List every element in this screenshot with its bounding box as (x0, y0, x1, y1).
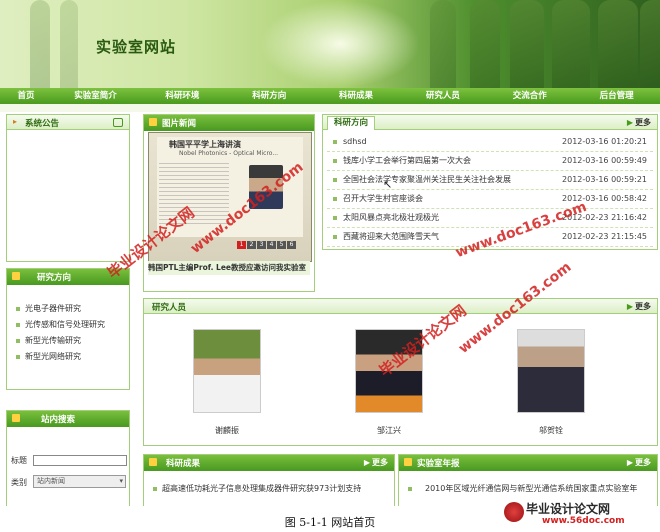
title-label: 标题 (11, 456, 27, 465)
pager-5[interactable]: 5 (277, 241, 286, 249)
announcement-panel: ▸ 系统公告 (6, 114, 130, 262)
achievements-more-link[interactable]: ▶ 更多 (364, 457, 388, 468)
pager-4[interactable]: 4 (267, 241, 276, 249)
nav-admin[interactable]: 后台管理 (573, 88, 660, 104)
brand-icon (504, 502, 524, 522)
site-title: 实验室网站 (96, 38, 177, 56)
list-item[interactable]: sdhsd 2012-03-16 01:20:21 (327, 133, 653, 152)
announcement-title: 系统公告 (25, 119, 60, 129)
pager-6[interactable]: 6 (287, 241, 296, 249)
list-item[interactable]: 2010年区域光纤通信网与新型光通信系统国家重点实验室年 (399, 481, 657, 497)
pager-2[interactable]: 2 (247, 241, 256, 249)
directions-panel: 研究方向 光电子器件研究 光传感和信号处理研究 新型光传输研究 新型光网络研究 (6, 268, 130, 390)
photo-news-title: 图片新闻 (162, 119, 197, 129)
news-photo[interactable]: 韩国平平学上海讲演 Nobel Photonics - Optical Micr… (148, 132, 312, 262)
achievements-title: 科研成果 (166, 459, 201, 469)
research-news-panel: 科研方向 ▶ 更多 sdhsd 2012-03-16 01:20:21 钱库小学工会… (322, 114, 658, 250)
annual-title: 实验室年报 (417, 459, 460, 469)
avatar (193, 329, 261, 413)
news-list: sdhsd 2012-03-16 01:20:21 钱库小学工会举行第四届第一次大… (323, 130, 657, 247)
researcher-card[interactable]: 邬贺铨 (516, 329, 586, 436)
folder-icon (12, 272, 20, 280)
tab-research-directions[interactable]: 科研方向 (327, 116, 376, 130)
photo-news-panel: 图片新闻 韩国平平学上海讲演 Nobel Photonics - Optical… (143, 114, 315, 292)
nav-exchange[interactable]: 交流合作 (486, 88, 573, 104)
pager-3[interactable]: 3 (257, 241, 266, 249)
achievements-panel: 科研成果 ▶ 更多 超高速低功耗光子信息处理集成器件研究获973计划支持 (143, 454, 395, 506)
search-icon (12, 414, 20, 422)
list-item[interactable]: 召开大学生村官座谈会 2012-03-16 00:58:42 (327, 190, 653, 209)
mouse-cursor-icon: ↖ (383, 178, 393, 191)
avatar (517, 329, 585, 413)
list-item[interactable]: 超高速低功耗光子信息处理集成器件研究获973计划支持 (144, 481, 394, 497)
search-panel: 站内搜索 标题 类别 站内新闻 ▾ (6, 410, 130, 506)
directions-title: 研究方向 (37, 273, 72, 283)
search-title-input[interactable] (33, 455, 127, 466)
site-banner: 实验室网站 (0, 0, 660, 88)
folder-icon (149, 118, 157, 126)
photo-pager: 1 2 3 4 5 6 (237, 241, 296, 249)
photo-caption[interactable]: 韩国PTL主编Prof. Lee教授应邀访问我实验室 (148, 261, 310, 275)
arrow-icon: ▸ (13, 117, 18, 126)
research-more-link[interactable]: ▶ 更多 (627, 117, 651, 128)
list-item[interactable]: 全国社会法学专家聚温州关注民生关注社会发展 2012-03-16 00:59:21 (327, 171, 653, 190)
brand-name: 毕业设计论文网 (526, 502, 611, 516)
website-screenshot: 实验室网站 首页 实验室简介 科研环境 科研方向 科研成果 研究人员 交流合作 … (0, 0, 660, 506)
nav-directions[interactable]: 科研方向 (226, 88, 313, 104)
pager-1[interactable]: 1 (237, 241, 246, 249)
folder-icon (149, 458, 157, 466)
brand-url: www.56doc.com (542, 516, 625, 526)
annual-more-link[interactable]: ▶ 更多 (627, 457, 651, 468)
nav-achievements[interactable]: 科研成果 (313, 88, 400, 104)
window-icon (113, 118, 123, 127)
researchers-title: 研究人员 (152, 303, 187, 313)
photo-paper-subtitle: Nobel Photonics - Optical Micro... (179, 150, 279, 157)
people-more-link[interactable]: ▶ 更多 (627, 301, 651, 312)
photo-paper-headline: 韩国平平学上海讲演 (169, 140, 241, 149)
brand-logo: 毕业设计论文网 www.56doc.com (502, 500, 658, 530)
nav-environment[interactable]: 科研环境 (139, 88, 226, 104)
folder-icon (404, 458, 412, 466)
annual-report-panel: 实验室年报 ▶ 更多 2010年区域光纤通信网与新型光通信系统国家重点实验室年 (398, 454, 658, 506)
nav-home[interactable]: 首页 (0, 88, 52, 104)
main-nav: 首页 实验室简介 科研环境 科研方向 科研成果 研究人员 交流合作 后台管理 (0, 88, 660, 104)
type-label: 类别 (11, 478, 27, 487)
list-item[interactable]: 光传感和信号处理研究 (7, 317, 129, 333)
researcher-card[interactable]: 谢麟振 (192, 329, 262, 436)
list-item[interactable]: 新型光网络研究 (7, 349, 129, 365)
search-title: 站内搜索 (41, 415, 76, 425)
researchers-panel: 研究人员 ▶ 更多 谢麟振 邹江兴 邬贺铨 (143, 298, 658, 446)
type-select[interactable]: 站内新闻 ▾ (33, 475, 126, 488)
list-item[interactable]: 钱库小学工会举行第四届第一次大会 2012-03-16 00:59:49 (327, 152, 653, 171)
nav-about[interactable]: 实验室简介 (52, 88, 139, 104)
list-item[interactable]: 太阳风暴点亮北极壮观极光 2012-02-23 21:16:42 (327, 209, 653, 228)
nav-people[interactable]: 研究人员 (399, 88, 486, 104)
list-item[interactable]: 光电子器件研究 (7, 301, 129, 317)
list-item[interactable]: 新型光传输研究 (7, 333, 129, 349)
